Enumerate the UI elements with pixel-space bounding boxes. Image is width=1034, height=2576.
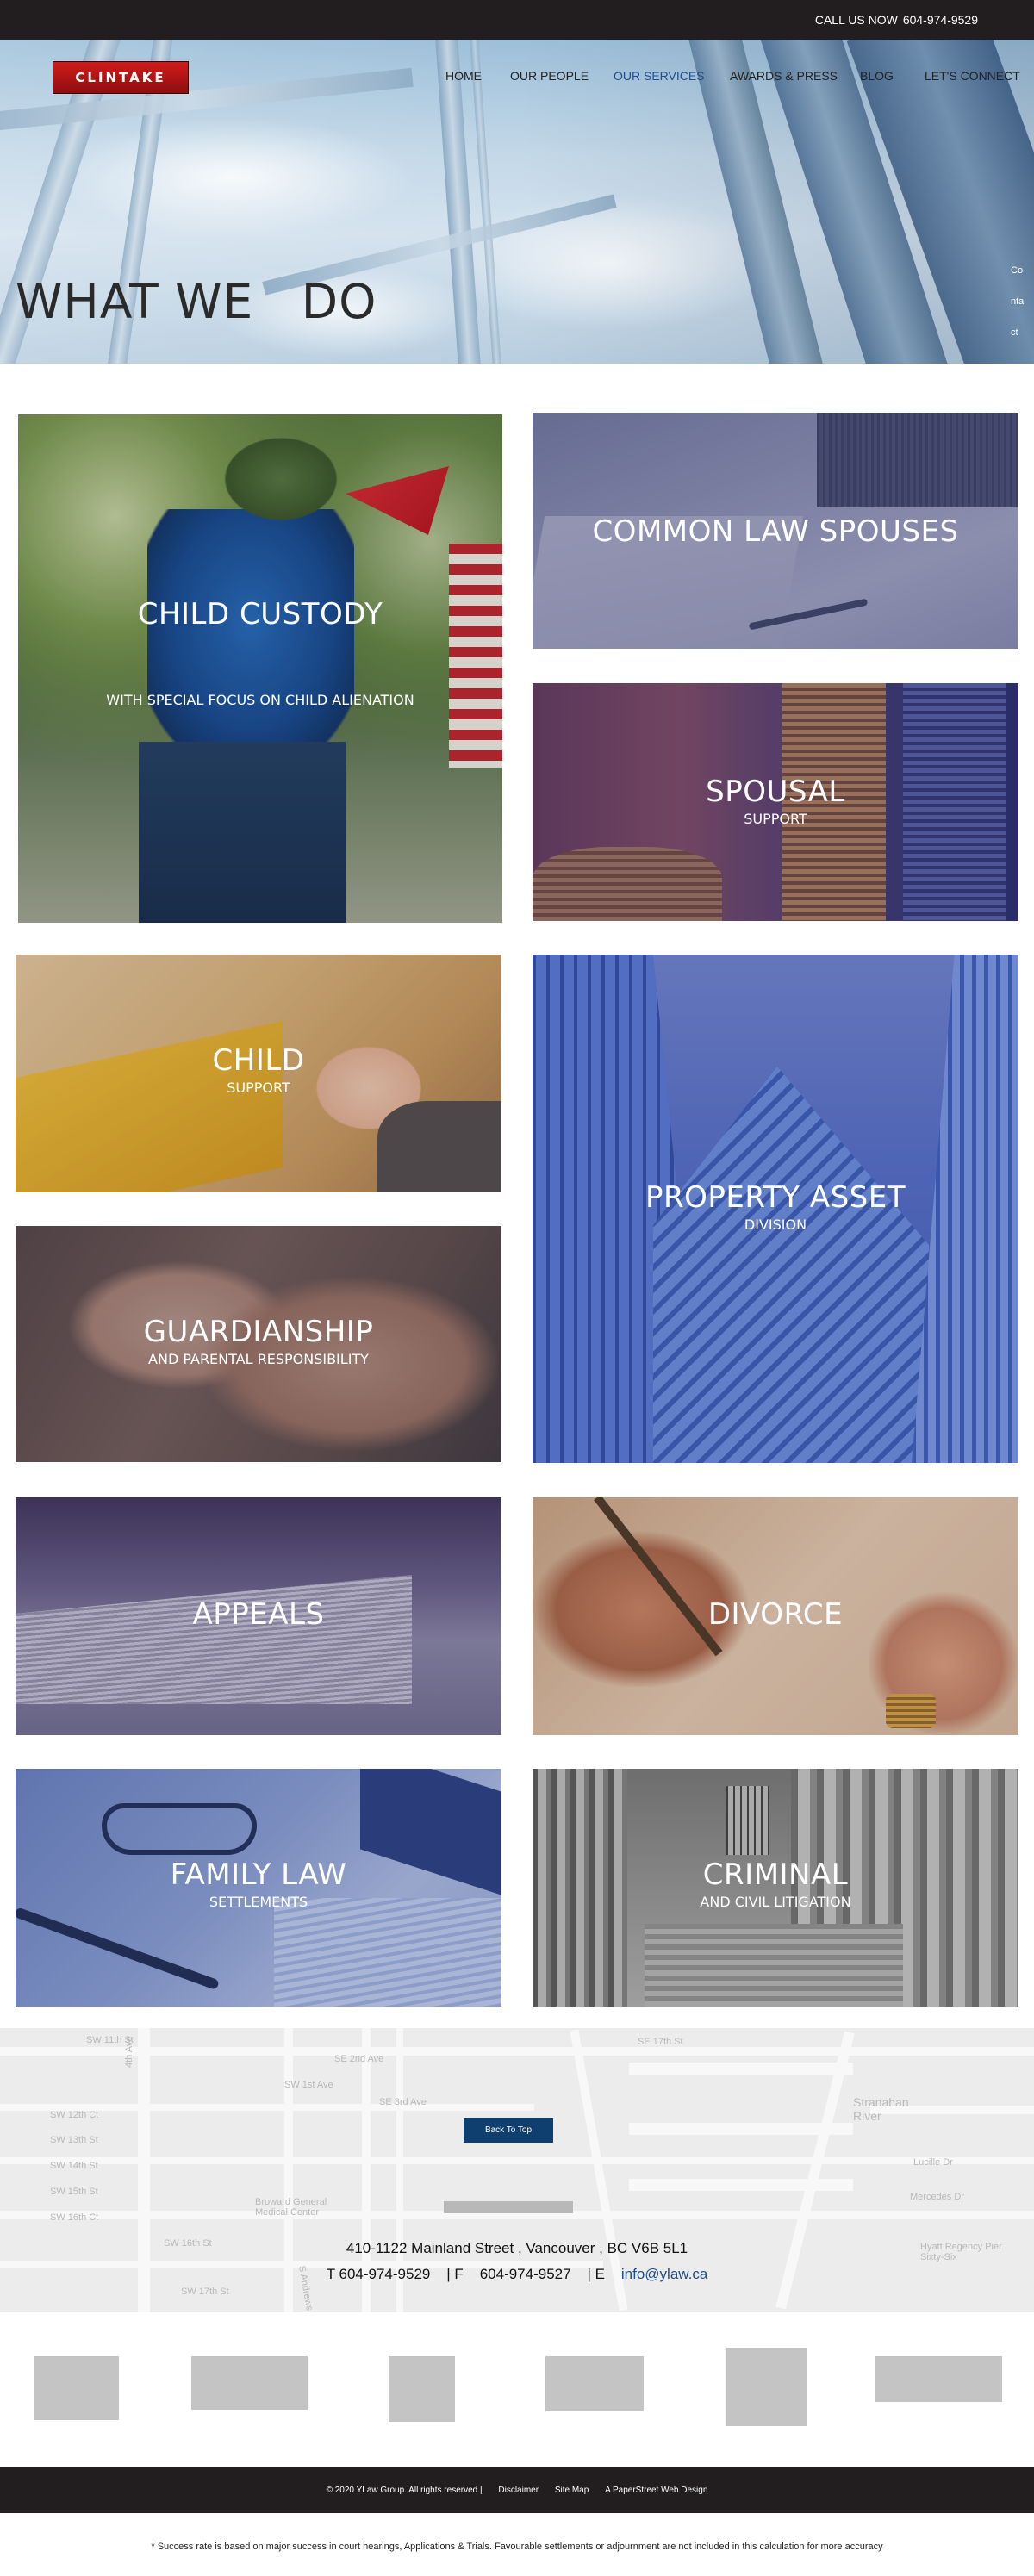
service-subtitle: WITH SPECIAL FOCUS ON CHILD ALIENATION — [106, 692, 414, 708]
success-rate-note: * Success rate is based on major success… — [151, 2542, 883, 2552]
map-label: SW 15th St — [50, 2187, 98, 2197]
fax-label: | F — [446, 2266, 464, 2282]
call-label: CALL US NOW — [814, 13, 898, 27]
service-subtitle: AND CIVIL LITIGATION — [700, 1894, 851, 1910]
map-label: Lucille Dr — [913, 2157, 953, 2168]
service-property-asset-division[interactable]: PROPERTY ASSET DIVISION — [533, 955, 1018, 1463]
partner-logo[interactable] — [875, 2356, 1002, 2402]
service-criminal-civil-litigation[interactable]: CRIMINAL AND CIVIL LITIGATION — [533, 1769, 1018, 2007]
service-common-law-spouses[interactable]: COMMON LAW SPOUSES — [533, 413, 1018, 649]
copyright: © 2020 YLaw Group. All rights reserved | — [326, 2486, 483, 2495]
side-contact-text-1: Co — [1011, 265, 1024, 276]
map-label: 4th Ave — [124, 2036, 134, 2069]
service-title: CHILD — [212, 1043, 305, 1078]
map-label: SW 13th St — [50, 2135, 98, 2145]
call-us[interactable]: CALL US NOW 604-974-9529 — [815, 13, 978, 27]
map-label: SE 2nd Ave — [334, 2054, 384, 2064]
nav-blog[interactable]: BLOG — [860, 69, 894, 83]
call-phone[interactable]: 604-974-9529 — [903, 13, 978, 27]
side-contact-text-3: ct — [1011, 327, 1018, 338]
nav-lets-connect[interactable]: LET'S CONNECT — [925, 69, 1020, 83]
nav-our-people[interactable]: OUR PEOPLE — [510, 69, 589, 83]
map-label: SW 12th Ct — [50, 2110, 99, 2120]
service-title: COMMON LAW SPOUSES — [592, 514, 959, 549]
partner-logo[interactable] — [34, 2356, 119, 2420]
service-title: CRIMINAL — [702, 1857, 849, 1892]
service-subtitle: SETTLEMENTS — [209, 1894, 308, 1910]
partner-logo[interactable] — [191, 2356, 308, 2410]
side-contact-tab[interactable]: Co nta ct — [1011, 255, 1028, 348]
service-title: DIVORCE — [707, 1597, 844, 1632]
map-label: SW 14th St — [50, 2161, 98, 2171]
service-child-support[interactable]: CHILD SUPPORT — [16, 955, 501, 1192]
service-subtitle: SUPPORT — [227, 1080, 290, 1096]
nav-awards-press[interactable]: AWARDS & PRESS — [730, 69, 838, 83]
map-label: SE 3rd Ave — [379, 2097, 427, 2107]
service-family-law-settlements[interactable]: FAMILY LAW SETTLEMENTS — [16, 1769, 501, 2007]
map-label: Stranahan River — [853, 2095, 909, 2123]
footer-logo-placeholder — [444, 2201, 573, 2213]
service-subtitle: SUPPORT — [744, 811, 807, 827]
nav-our-services[interactable]: OUR SERVICES — [614, 69, 705, 83]
service-title: CHILD CUSTODY — [137, 597, 383, 632]
partner-logo[interactable] — [545, 2356, 644, 2411]
map-label: Mercedes Dr — [910, 2192, 964, 2202]
map-label: SW 17th St — [181, 2287, 229, 2297]
service-child-custody[interactable]: CHILD CUSTODY WITH SPECIAL FOCUS ON CHIL… — [18, 414, 502, 923]
service-title: FAMILY LAW — [170, 1857, 347, 1892]
nav-home[interactable]: HOME — [445, 69, 482, 83]
map-label: Broward General Medical Center — [255, 2197, 327, 2218]
partner-logo[interactable] — [726, 2348, 807, 2426]
side-contact-text-2: nta — [1011, 296, 1025, 307]
fax-number: 604-974-9527 — [479, 2266, 571, 2282]
partner-logo[interactable] — [389, 2356, 455, 2422]
map-label: SW 1st Ave — [284, 2080, 333, 2090]
email-link[interactable]: info@ylaw.ca — [621, 2266, 707, 2282]
email-label: | E — [587, 2266, 605, 2282]
page-title: WHAT WE DO — [16, 274, 377, 329]
service-title: GUARDIANSHIP — [143, 1315, 374, 1349]
service-spousal-support[interactable]: SPOUSAL SUPPORT — [533, 683, 1018, 921]
back-to-top-button[interactable]: Back To Top — [464, 2118, 553, 2143]
map-label: SE 17th St — [638, 2037, 683, 2047]
office-address: 410-1122 Mainland Street , Vancouver , B… — [346, 2240, 688, 2256]
service-subtitle: AND PARENTAL RESPONSIBILITY — [148, 1351, 369, 1367]
contact-line: T 604-974-9529 | F 604-974-9527 | E info… — [0, 2266, 1034, 2283]
service-subtitle: DIVISION — [744, 1216, 807, 1233]
footer-link-disclaimer[interactable]: Disclaimer — [498, 2486, 539, 2495]
top-bar: CALL US NOW 604-974-9529 — [0, 0, 1034, 40]
footer-link-paperstreet[interactable]: A PaperStreet Web Design — [605, 2486, 707, 2495]
service-divorce[interactable]: DIVORCE — [533, 1497, 1018, 1735]
service-guardianship[interactable]: GUARDIANSHIP AND PARENTAL RESPONSIBILITY — [16, 1226, 501, 1462]
service-title: SPOUSAL — [706, 775, 845, 809]
service-title: APPEALS — [192, 1597, 325, 1632]
site-footer: © 2020 YLaw Group. All rights reserved |… — [0, 2467, 1034, 2513]
map-label: SW 16th Ct — [50, 2212, 99, 2223]
footer-link-site-map[interactable]: Site Map — [555, 2486, 589, 2495]
service-title: PROPERTY ASSET — [645, 1180, 906, 1215]
service-appeals[interactable]: APPEALS — [16, 1497, 501, 1735]
site-logo[interactable]: CLINTAKE — [53, 61, 189, 94]
phone-number[interactable]: T 604-974-9529 — [327, 2266, 431, 2282]
